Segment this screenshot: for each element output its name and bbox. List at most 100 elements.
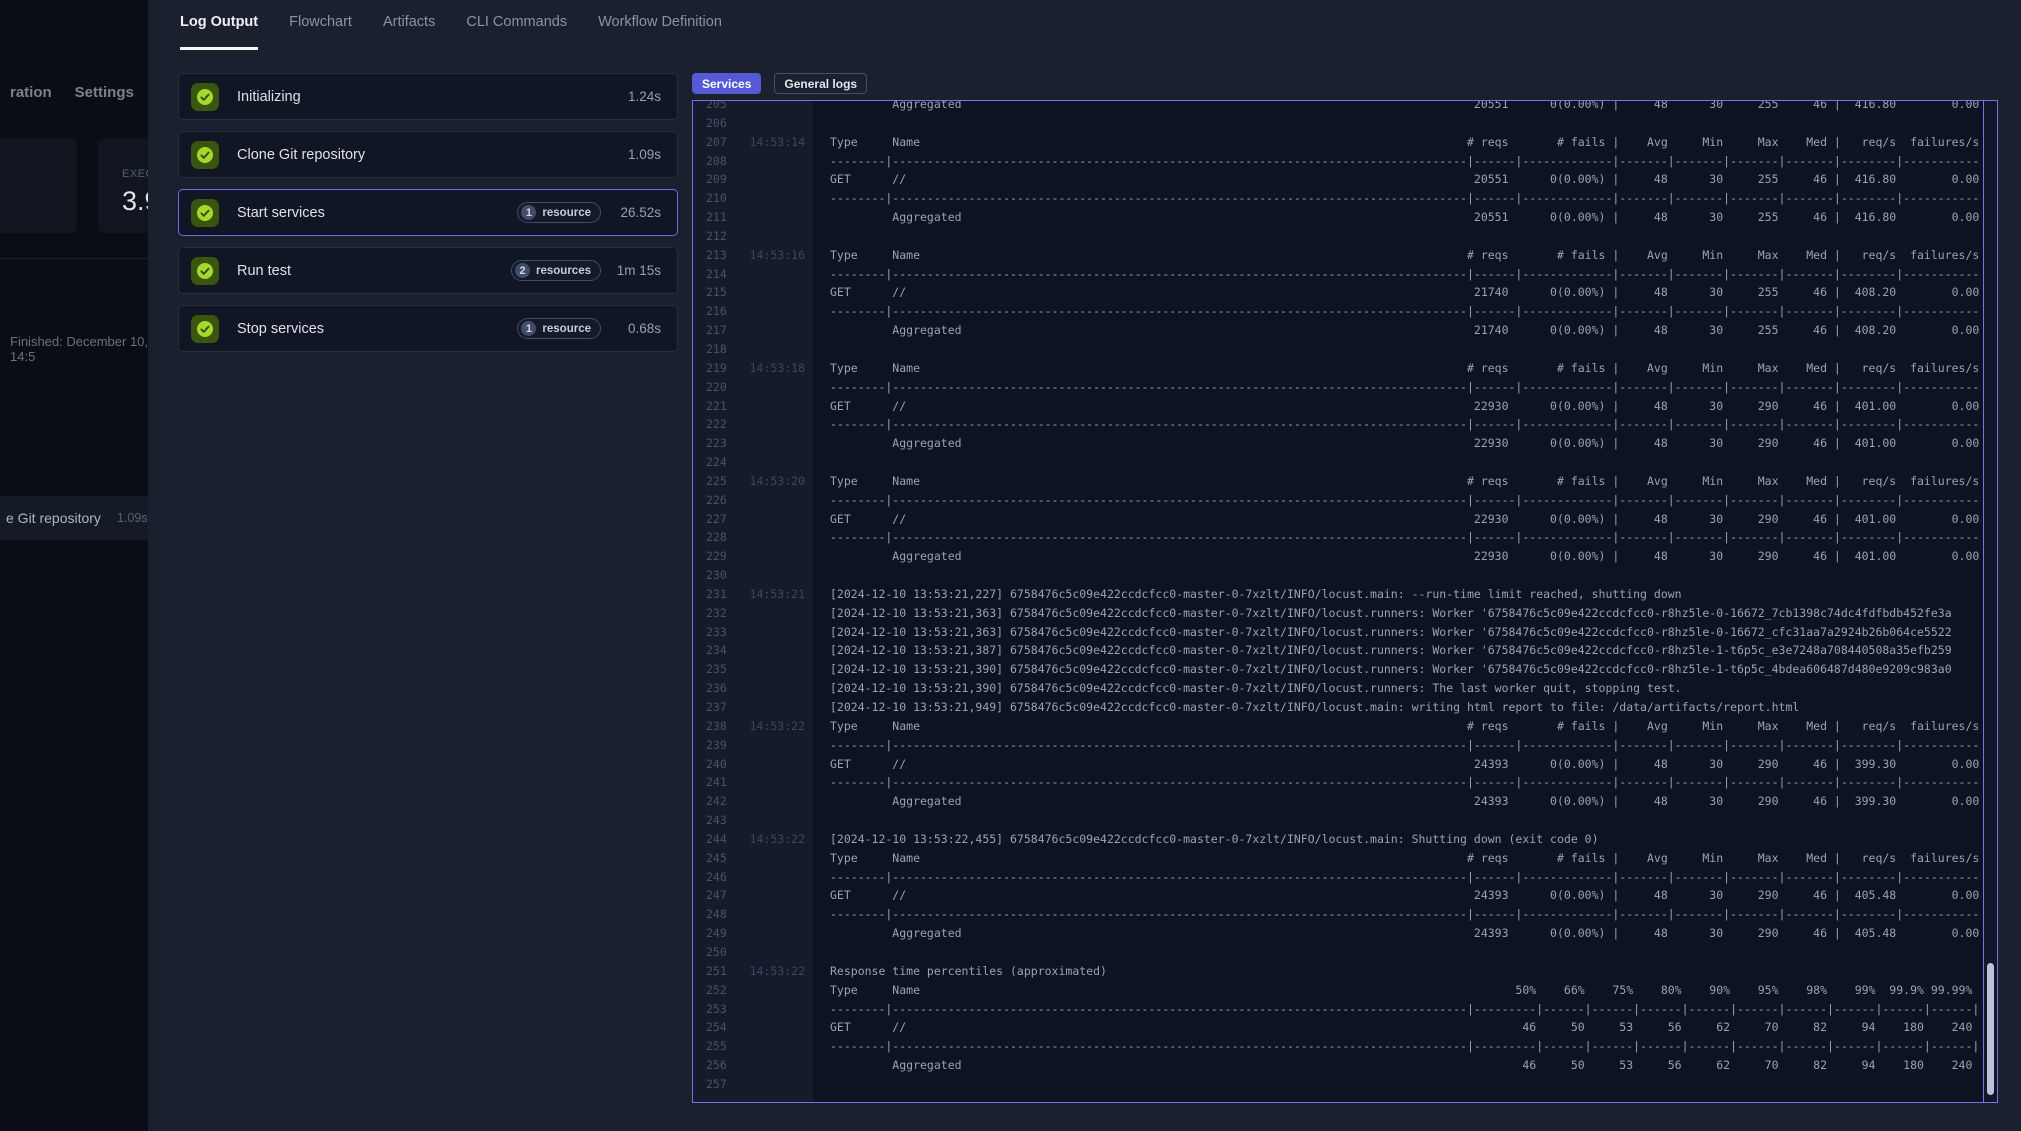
log-line-gutter: 236 <box>693 679 813 698</box>
log-filter-button[interactable]: Services <box>692 73 761 94</box>
underlay-step-row[interactable]: e Git repository 1.09s <box>0 496 148 540</box>
log-output-panel[interactable]: 205 Aggregated 20551 0(0.00%) | 48 30 25… <box>692 100 1998 1103</box>
log-line-gutter: 220 <box>693 378 813 397</box>
log-line: 206 <box>693 114 1983 133</box>
log-text <box>813 114 1983 133</box>
line-number: 257 <box>706 1075 727 1094</box>
log-line-gutter: 246 <box>693 868 813 887</box>
tab[interactable]: Log Output <box>180 14 258 50</box>
log-line-gutter: 24414:53:22 <box>693 830 813 849</box>
timestamp: 14:53:16 <box>750 246 805 265</box>
line-number: 223 <box>706 434 727 453</box>
step-card[interactable]: Run test 2 resources 1m 15s <box>178 247 678 294</box>
log-line-gutter: 249 <box>693 924 813 943</box>
log-text: Type Name # reqs # fails | Avg Min Max M… <box>813 472 1983 491</box>
log-text: Aggregated 24393 0(0.00%) | 48 30 290 46… <box>813 924 1983 943</box>
log-text <box>813 340 1983 359</box>
tab[interactable]: Flowchart <box>289 14 352 50</box>
scrollbar-thumb[interactable] <box>1987 963 1994 1095</box>
nav-item-settings[interactable]: Settings <box>75 84 134 101</box>
log-line-gutter: 247 <box>693 886 813 905</box>
log-text: GET // 20551 0(0.00%) | 48 30 255 46 | 4… <box>813 170 1983 189</box>
log-line: 217 Aggregated 21740 0(0.00%) | 48 30 25… <box>693 321 1983 340</box>
log-line-gutter: 242 <box>693 792 813 811</box>
scrollbar[interactable] <box>1983 101 1997 1102</box>
log-line: 249 Aggregated 24393 0(0.00%) | 48 30 29… <box>693 924 1983 943</box>
line-number: 208 <box>706 152 727 171</box>
log-line-gutter: 245 <box>693 849 813 868</box>
log-text: --------|-------------------------------… <box>813 491 1983 510</box>
tab[interactable]: Workflow Definition <box>598 14 722 50</box>
log-line: 226--------|----------------------------… <box>693 491 1983 510</box>
log-text: Aggregated 20551 0(0.00%) | 48 30 255 46… <box>813 100 1983 114</box>
line-number: 240 <box>706 755 727 774</box>
log-text: --------|-------------------------------… <box>813 152 1983 171</box>
log-text: --------|-------------------------------… <box>813 736 1983 755</box>
check-icon <box>191 257 219 285</box>
tab-label: Artifacts <box>383 14 435 30</box>
log-line: 254GET // 46 50 53 56 62 70 82 94 180 24… <box>693 1018 1983 1037</box>
nav-item-configuration[interactable]: ration <box>10 84 52 101</box>
resource-label: resource <box>542 207 591 219</box>
log-line: 223 Aggregated 22930 0(0.00%) | 48 30 29… <box>693 434 1983 453</box>
tab[interactable]: CLI Commands <box>466 14 567 50</box>
tab[interactable]: Artifacts <box>383 14 435 50</box>
line-number: 233 <box>706 623 727 642</box>
log-line: 252Type Name 50% 66% 75% 80% 90% 95% 98%… <box>693 981 1983 1000</box>
timestamp: 14:53:21 <box>750 585 805 604</box>
line-number: 216 <box>706 302 727 321</box>
log-line: 237[2024-12-10 13:53:21,949] 6758476c5c0… <box>693 698 1983 717</box>
log-line: 234[2024-12-10 13:53:21,387] 6758476c5c0… <box>693 641 1983 660</box>
step-card[interactable]: Start services 1 resource 26.52s <box>178 189 678 236</box>
line-number: 245 <box>706 849 727 868</box>
log-line-gutter: 219 14:53:18 <box>693 359 813 378</box>
log-line: 232[2024-12-10 13:53:21,363] 6758476c5c0… <box>693 604 1983 623</box>
log-line: 25114:53:22Response time percentiles (ap… <box>693 962 1983 981</box>
finished-timestamp: Finished: December 10, 14:5 <box>10 334 148 364</box>
log-text: Type Name 50% 66% 75% 80% 90% 95% 98% 99… <box>813 981 1983 1000</box>
resource-label: resources <box>536 265 591 277</box>
tab-bar: Log Output Flowchart Artifacts CLI Comma… <box>148 0 2021 50</box>
line-number: 248 <box>706 905 727 924</box>
log-line-gutter: 20714:53:14 <box>693 133 813 152</box>
log-line: 210--------|----------------------------… <box>693 189 1983 208</box>
divider <box>0 258 148 259</box>
timestamp: 14:53:18 <box>750 359 805 378</box>
step-card[interactable]: Stop services 1 resource 0.68s <box>178 305 678 352</box>
log-text: --------|-------------------------------… <box>813 773 1983 792</box>
log-lines: 205 Aggregated 20551 0(0.00%) | 48 30 25… <box>693 100 1983 1094</box>
step-duration: 1.09s <box>615 147 661 162</box>
log-line-gutter: 229 <box>693 547 813 566</box>
timestamp: 14:53:22 <box>750 717 805 736</box>
log-line-gutter: 216 <box>693 302 813 321</box>
step-card[interactable]: Initializing 1.24s <box>178 73 678 120</box>
tab-label: Log Output <box>180 14 258 30</box>
log-text <box>813 227 1983 246</box>
log-line: 24414:53:22[2024-12-10 13:53:22,455] 675… <box>693 830 1983 849</box>
log-filter-button[interactable]: General logs <box>774 73 867 94</box>
log-line-gutter: 226 <box>693 491 813 510</box>
log-line: 241--------|----------------------------… <box>693 773 1983 792</box>
line-number: 219 <box>706 359 727 378</box>
log-text <box>813 1075 1983 1094</box>
line-number: 253 <box>706 1000 727 1019</box>
log-line-gutter: 235 <box>693 660 813 679</box>
log-text: Response time percentiles (approximated) <box>813 962 1983 981</box>
log-line: 255--------|----------------------------… <box>693 1037 1983 1056</box>
log-line-gutter: 240 <box>693 755 813 774</box>
log-line-gutter: 234 <box>693 641 813 660</box>
log-line-gutter: 243 <box>693 811 813 830</box>
step-label: Clone Git repository <box>237 147 615 163</box>
log-line: 216--------|----------------------------… <box>693 302 1983 321</box>
line-number: 211 <box>706 208 727 227</box>
log-line-gutter: 222 <box>693 415 813 434</box>
log-text: [2024-12-10 13:53:21,949] 6758476c5c09e4… <box>813 698 1983 717</box>
log-line: 250 <box>693 943 1983 962</box>
log-section: Services General logs 205 Aggregated 205… <box>692 73 1998 1103</box>
line-number: 238 <box>706 717 727 736</box>
step-card[interactable]: Clone Git repository 1.09s <box>178 131 678 178</box>
log-line-gutter: 218 <box>693 340 813 359</box>
line-number: 227 <box>706 510 727 529</box>
log-text: Type Name # reqs # fails | Avg Min Max M… <box>813 133 1983 152</box>
log-line: 220--------|----------------------------… <box>693 378 1983 397</box>
